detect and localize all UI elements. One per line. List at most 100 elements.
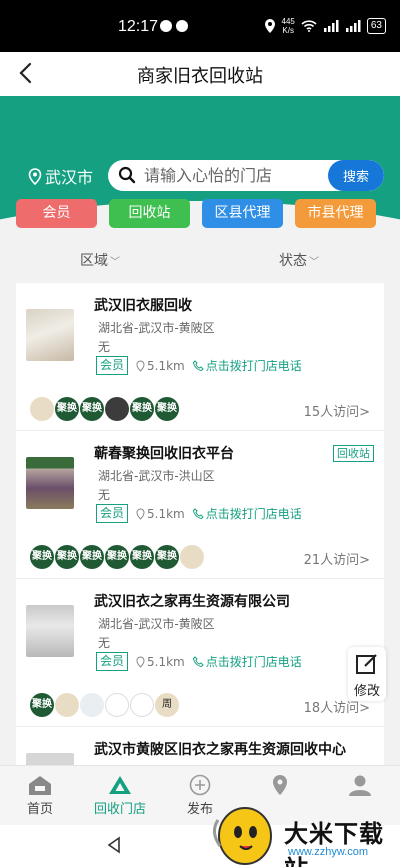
location-pin-icon <box>136 655 145 668</box>
store-card[interactable]: 蕲春聚换回收旧衣平台 回收站 湖北省-武汉市-洪山区 无 会员 5.1km 点击… <box>16 431 384 579</box>
status-filter[interactable]: 状态 ﹀ <box>279 250 319 270</box>
visitor-avatars: 聚换 聚换 聚换 聚换 聚换 聚换 <box>30 545 205 569</box>
tab-home-label: 首页 <box>26 802 53 817</box>
store-description: 无 <box>98 488 111 502</box>
status-time: 12:17 <box>118 18 159 35</box>
call-store-link[interactable]: 点击拨打门店电话 <box>192 653 302 670</box>
visitor-avatar: 聚换 <box>55 545 79 569</box>
store-address: 湖北省-武汉市-黄陂区 <box>98 321 215 335</box>
search-button[interactable]: 搜索 <box>328 160 384 191</box>
store-card[interactable]: 武汉市黄陂区旧衣之家再生资源回收中心 <box>16 727 384 767</box>
station-badge: 回收站 <box>333 445 374 462</box>
recycle-icon <box>109 776 131 794</box>
visitor-avatar <box>130 693 154 717</box>
hero-header: 武汉市 搜索 会员 回收站 区县代理 市县代理 <box>0 96 400 271</box>
store-thumbnail <box>26 309 74 361</box>
call-store-label: 点击拨打门店电话 <box>205 507 302 521</box>
store-meta: 会员 5.1km 点击拨打门店电话 <box>96 504 302 523</box>
edit-button[interactable]: 修改 <box>348 647 386 701</box>
member-badge: 会员 <box>96 504 129 523</box>
store-meta: 会员 5.1km 点击拨打门店电话 <box>96 356 302 375</box>
status-filter-label: 状态 <box>279 253 307 269</box>
visit-count-link[interactable]: 15人访问> <box>304 401 370 420</box>
message-icon <box>160 20 172 32</box>
category-station-button[interactable]: 回收站 <box>109 199 190 228</box>
signal-2-icon <box>345 20 361 32</box>
network-speed-value: 445 <box>281 17 295 26</box>
store-card[interactable]: 武汉旧衣之家再生资源有限公司 湖北省-武汉市-黄陂区 无 会员 5.1km 点击… <box>16 579 384 727</box>
call-store-link[interactable]: 点击拨打门店电话 <box>192 357 302 374</box>
app-notification-icon <box>176 20 188 32</box>
system-back-icon[interactable] <box>104 835 124 855</box>
visitor-avatar <box>30 397 54 421</box>
visitor-avatar: 聚换 <box>155 397 179 421</box>
chevron-down-icon: ﹀ <box>110 256 120 268</box>
city-label: 武汉市 <box>45 168 94 187</box>
store-name: 蕲春聚换回收旧衣平台 <box>94 446 234 462</box>
tab-recycle-stores[interactable]: 回收门店 <box>80 766 160 825</box>
visitor-avatar <box>80 693 104 717</box>
distance-value: 5.1km <box>147 506 185 521</box>
visitor-avatar: 聚换 <box>30 545 54 569</box>
store-card[interactable]: 武汉旧衣服回收 湖北省-武汉市-黄陂区 无 会员 5.1km 点击拨打门店电话 … <box>16 283 384 431</box>
store-address: 湖北省-武汉市-黄陂区 <box>98 617 215 631</box>
location-pin-icon <box>136 507 145 520</box>
region-filter[interactable]: 区域 ﹀ <box>80 250 120 270</box>
store-thumbnail <box>26 457 74 509</box>
network-speed: 445 K/s <box>282 17 295 35</box>
watermark-text: 大米下载站 <box>284 820 384 867</box>
wifi-icon <box>301 20 317 32</box>
system-indicators: 445 K/s 63 <box>264 17 386 35</box>
visitor-avatars: 聚换 周 <box>30 693 180 717</box>
tab-home[interactable]: 首页 <box>0 766 80 825</box>
phone-icon <box>192 656 204 667</box>
city-selector[interactable]: 武汉市 <box>28 164 93 188</box>
store-meta: 会员 5.1km 点击拨打门店电话 <box>96 652 302 671</box>
visitor-avatar: 聚换 <box>80 545 104 569</box>
map-pin-icon <box>273 775 287 795</box>
watermark-logo <box>213 807 272 865</box>
edit-label: 修改 <box>353 684 380 699</box>
battery-icon: 63 <box>366 18 386 34</box>
location-pin-icon <box>136 359 145 372</box>
store-description: 无 <box>98 636 111 650</box>
store-name: 武汉旧衣服回收 <box>94 298 192 314</box>
notification-icons <box>160 20 188 32</box>
category-city-agent-button[interactable]: 市县代理 <box>295 199 376 228</box>
visitor-avatar: 聚换 <box>130 545 154 569</box>
search-input[interactable] <box>144 164 324 186</box>
category-district-agent-button[interactable]: 区县代理 <box>202 199 283 228</box>
user-icon <box>349 775 371 796</box>
store-name: 武汉旧衣之家再生资源有限公司 <box>94 594 290 610</box>
visitor-avatar: 聚换 <box>130 397 154 421</box>
visitor-avatar: 聚换 <box>105 545 129 569</box>
store-distance: 5.1km <box>136 359 185 373</box>
visitor-avatars: 聚换 聚换 聚换 聚换 <box>30 397 180 421</box>
phone-icon <box>192 360 204 371</box>
call-store-label: 点击拨打门店电话 <box>205 655 302 669</box>
distance-value: 5.1km <box>147 358 185 373</box>
visitor-avatar <box>105 693 129 717</box>
call-store-link[interactable]: 点击拨打门店电话 <box>192 505 302 522</box>
chevron-down-icon: ﹀ <box>309 256 319 268</box>
plus-circle-icon <box>189 774 211 796</box>
visit-count-link[interactable]: 21人访问> <box>304 549 370 568</box>
title-bar: 商家旧衣回收站 <box>0 52 400 96</box>
location-icon <box>264 19 275 33</box>
store-thumbnail <box>26 605 74 657</box>
category-buttons: 会员 回收站 区县代理 市县代理 <box>16 199 376 228</box>
visitor-avatar: 周 <box>155 693 179 717</box>
page-title: 商家旧衣回收站 <box>137 66 263 87</box>
visitor-avatar: 聚换 <box>155 545 179 569</box>
visitor-avatar: 聚换 <box>55 397 79 421</box>
store-description: 无 <box>98 340 111 354</box>
signal-1-icon <box>323 20 339 32</box>
app-screen: 12:17 445 K/s 63 商家旧衣回收站 武汉市 请输入心怡的门店 搜索… <box>0 0 400 867</box>
store-address: 湖北省-武汉市-洪山区 <box>98 469 215 483</box>
store-list: 武汉旧衣服回收 湖北省-武汉市-黄陂区 无 会员 5.1km 点击拨打门店电话 … <box>16 283 384 767</box>
visitor-avatar: 聚换 <box>80 397 104 421</box>
visitor-avatar <box>180 545 204 569</box>
category-member-button[interactable]: 会员 <box>16 199 97 228</box>
search-icon <box>118 166 136 184</box>
member-badge: 会员 <box>96 652 129 671</box>
